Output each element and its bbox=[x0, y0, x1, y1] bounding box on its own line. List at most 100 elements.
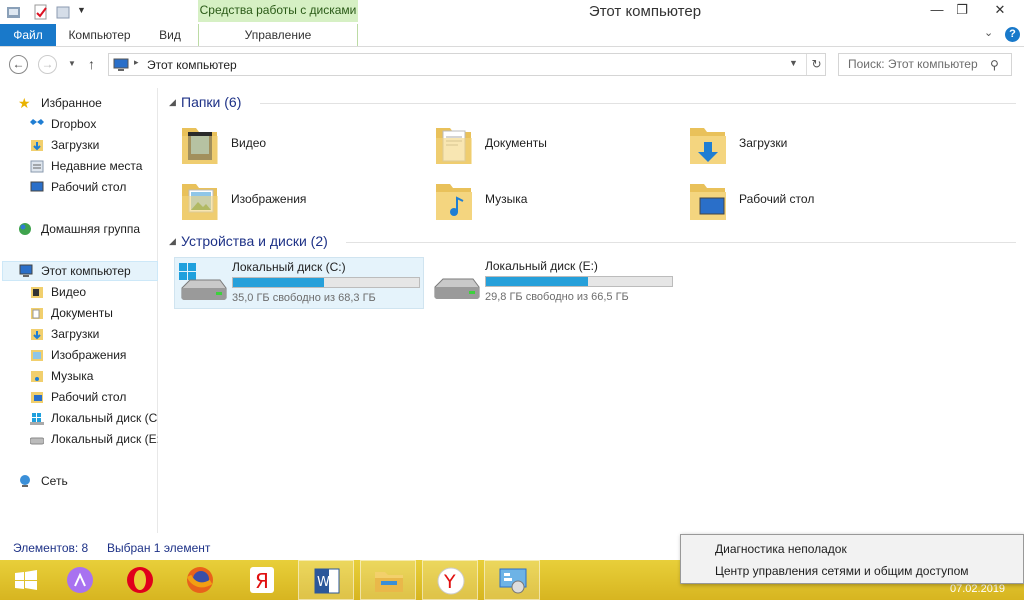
sidebar-item-videos[interactable]: Видео bbox=[30, 282, 156, 302]
refresh-icon[interactable]: ↻ bbox=[806, 54, 826, 75]
collapse-folders-icon[interactable]: ◢ bbox=[169, 97, 176, 108]
sidebar-network[interactable]: Сеть bbox=[18, 471, 156, 491]
address-dropdown-icon[interactable]: ▼ bbox=[789, 58, 798, 68]
drive-e-icon bbox=[30, 437, 44, 445]
search-icon[interactable]: ⚲ bbox=[990, 58, 999, 72]
breadcrumb-separator[interactable]: ▸ bbox=[134, 57, 139, 68]
sidebar-item-desktop[interactable]: Рабочий стол bbox=[30, 177, 156, 197]
sidebar-item-music[interactable]: Музыка bbox=[30, 366, 156, 386]
drive-free-space: 29,8 ГБ свободно из 66,5 ГБ bbox=[485, 291, 629, 303]
folder-desktop[interactable]: Рабочий стол bbox=[668, 174, 918, 226]
help-icon[interactable]: ? bbox=[1005, 27, 1020, 42]
address-path[interactable]: Этот компьютер bbox=[147, 58, 237, 72]
folder-label: Видео bbox=[231, 136, 267, 150]
sidebar-item-label: Dropbox bbox=[51, 117, 97, 131]
drive-name: Локальный диск (C:) bbox=[232, 260, 346, 274]
group-divider bbox=[260, 103, 1016, 104]
sidebar-item-desktop-pc[interactable]: Рабочий стол bbox=[30, 387, 156, 407]
folder-label: Музыка bbox=[485, 192, 528, 206]
drive-name: Локальный диск (E:) bbox=[485, 259, 598, 273]
homegroup-icon bbox=[19, 223, 31, 235]
address-bar[interactable]: ▸ Этот компьютер ▼ ↻ bbox=[108, 53, 826, 76]
control-panel-icon bbox=[499, 568, 527, 594]
folder-music[interactable]: Музыка bbox=[414, 174, 664, 226]
context-tab-header: Средства работы с дисками bbox=[198, 0, 358, 22]
drive-free-space: 35,0 ГБ свободно из 68,3 ГБ bbox=[232, 292, 376, 304]
qat-dropdown-icon[interactable]: ▼ bbox=[77, 5, 86, 15]
properties-icon[interactable] bbox=[33, 4, 49, 20]
sidebar-item-recent[interactable]: Недавние места bbox=[30, 156, 156, 176]
menu-item-network-center[interactable]: Центр управления сетями и общим доступом bbox=[715, 564, 969, 578]
drive-usage-bar bbox=[485, 276, 673, 287]
drive-c-icon bbox=[179, 263, 227, 300]
folder-label: Изображения bbox=[231, 192, 307, 206]
svg-text:Я: Я bbox=[255, 569, 269, 593]
sidebar-item-drive-c[interactable]: Локальный диск (C bbox=[30, 408, 158, 428]
videos-folder-icon bbox=[182, 128, 218, 164]
drive-c[interactable]: Локальный диск (C:) 35,0 ГБ свободно из … bbox=[174, 257, 424, 309]
back-icon[interactable]: ← bbox=[9, 55, 28, 74]
drives-group-title[interactable]: Устройства и диски (2) bbox=[181, 233, 328, 249]
sidebar-item-label: Локальный диск (E: bbox=[51, 432, 158, 446]
folder-videos[interactable]: Видео bbox=[160, 118, 410, 170]
sidebar-item-downloads[interactable]: Загрузки bbox=[30, 135, 156, 155]
sidebar-item-documents[interactable]: Документы bbox=[30, 303, 156, 323]
navigation-pane: ★ Избранное Dropbox Загрузки Недавние ме… bbox=[0, 88, 158, 533]
taskbar-firefox[interactable] bbox=[172, 560, 228, 600]
maximize-icon[interactable]: ❐ bbox=[947, 0, 977, 22]
taskbar-word[interactable]: W bbox=[298, 560, 354, 600]
app-icon[interactable] bbox=[6, 4, 22, 20]
taskbar-opera[interactable] bbox=[112, 560, 168, 600]
sidebar-item-label: Сеть bbox=[41, 474, 68, 488]
recent-dropdown-icon[interactable]: ▼ bbox=[68, 59, 76, 68]
sidebar-item-dropbox[interactable]: Dropbox bbox=[30, 114, 156, 134]
menu-item-troubleshoot[interactable]: Диагностика неполадок bbox=[715, 542, 847, 556]
taskbar-yandex-2[interactable]: Y bbox=[422, 560, 478, 600]
status-bar: Элементов: 8 Выбран 1 элемент bbox=[0, 537, 680, 560]
sidebar-item-label: Рабочий стол bbox=[51, 180, 127, 194]
search-input[interactable]: Поиск: Этот компьютер bbox=[838, 53, 1012, 76]
sidebar-item-label: Изображения bbox=[51, 348, 127, 362]
tab-file[interactable]: Файл bbox=[0, 24, 56, 46]
tab-computer[interactable]: Компьютер bbox=[62, 24, 137, 46]
taskbar-explorer[interactable] bbox=[360, 560, 416, 600]
sidebar-item-label: Видео bbox=[51, 285, 87, 299]
sidebar-item-downloads-pc[interactable]: Загрузки bbox=[30, 324, 156, 344]
desktop-folder-icon bbox=[31, 392, 43, 403]
sidebar-item-label: Документы bbox=[51, 306, 113, 320]
svg-text:W: W bbox=[317, 575, 330, 590]
folder-documents[interactable]: Документы bbox=[414, 118, 664, 170]
drive-e[interactable]: Локальный диск (E:) 29,8 ГБ свободно из … bbox=[428, 257, 678, 309]
tray-date[interactable]: 07.02.2019 bbox=[950, 583, 1005, 595]
folder-label: Документы bbox=[485, 136, 547, 150]
firefox-icon bbox=[186, 567, 213, 593]
desktop-folder-icon bbox=[690, 184, 726, 220]
taskbar-alice[interactable] bbox=[52, 560, 108, 600]
sidebar-item-pictures[interactable]: Изображения bbox=[30, 345, 156, 365]
up-icon[interactable]: ↑ bbox=[88, 56, 95, 72]
close-icon[interactable]: ✕ bbox=[980, 0, 1020, 22]
forward-icon[interactable]: → bbox=[38, 55, 57, 74]
opera-icon bbox=[127, 567, 153, 593]
folder-downloads[interactable]: Загрузки bbox=[668, 118, 918, 170]
ribbon-collapse-icon[interactable]: ⌄ bbox=[984, 26, 998, 39]
sidebar-homegroup[interactable]: Домашняя группа bbox=[18, 219, 156, 239]
new-folder-icon[interactable] bbox=[55, 4, 71, 20]
taskbar-yandex[interactable]: Я bbox=[234, 560, 290, 600]
sidebar-item-label: Загрузки bbox=[51, 138, 100, 152]
sidebar-item-drive-e[interactable]: Локальный диск (E: bbox=[30, 429, 158, 449]
computer-icon bbox=[113, 58, 129, 71]
alice-icon bbox=[67, 567, 93, 593]
tab-view[interactable]: Вид bbox=[152, 24, 188, 46]
sidebar-favorites[interactable]: ★ Избранное bbox=[18, 93, 156, 113]
tab-manage[interactable]: Управление bbox=[198, 24, 358, 46]
folder-pictures[interactable]: Изображения bbox=[160, 174, 410, 226]
folders-group-title[interactable]: Папки (6) bbox=[181, 94, 241, 110]
sidebar-item-label: Этот компьютер bbox=[41, 264, 131, 278]
start-button[interactable] bbox=[0, 560, 56, 600]
documents-folder-icon bbox=[436, 128, 472, 164]
collapse-drives-icon[interactable]: ◢ bbox=[169, 236, 176, 247]
sidebar-this-pc[interactable]: Этот компьютер bbox=[2, 261, 158, 281]
taskbar-control-panel[interactable] bbox=[484, 560, 540, 600]
downloads-folder-icon bbox=[31, 140, 43, 151]
